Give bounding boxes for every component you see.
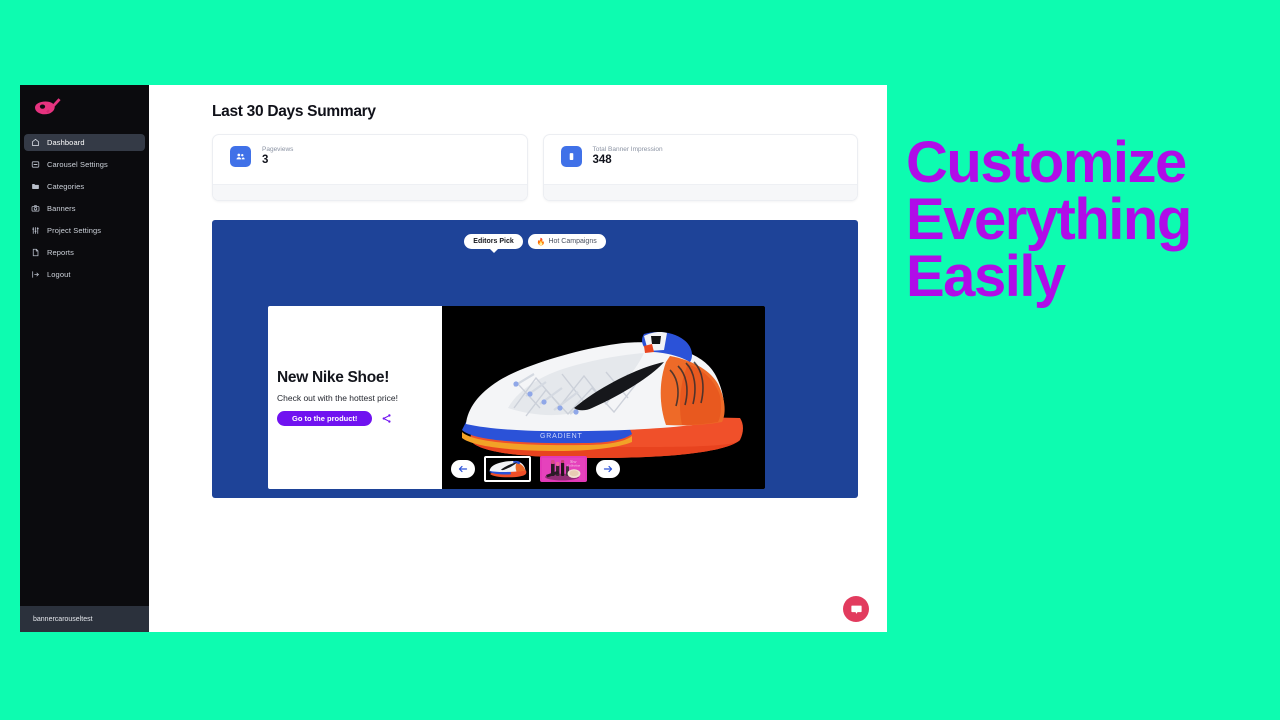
file-document-icon [30,248,40,258]
marketing-headline: Customize Everything Easily [906,130,1266,309]
stat-value: 3 [262,154,269,167]
share-icon[interactable] [381,413,392,424]
project-name-label: bannercarouseltest [33,615,93,623]
sidebar-project-footer[interactable]: bannercarouseltest [20,606,149,632]
cosmetics-thumbnail-image: New Collection [539,456,587,482]
sliders-icon [30,226,40,236]
sidebar-nav: Dashboard Carousel Settings Categories B… [20,134,149,288]
fire-icon: 🔥 [536,238,546,246]
marketing-line-1: Customize [906,130,1187,195]
sidebar-item-label: Categories [47,182,85,191]
chat-bubble-icon [850,605,862,614]
arrow-right-icon [603,465,612,473]
camera-icon [30,204,40,214]
sidebar-item-label: Logout [47,270,71,279]
sidebar-item-carousel-settings[interactable]: Carousel Settings [24,156,145,173]
app-logo[interactable] [20,85,149,130]
sidebar-item-label: Carousel Settings [47,160,108,169]
logout-arrow-icon [30,270,40,280]
sidebar-item-banners[interactable]: Banners [24,200,145,217]
users-group-icon [230,146,251,167]
sidebar-item-reports[interactable]: Reports [24,244,145,261]
banner-subtext: Check out with the hottest price! [277,393,398,403]
banner-headline: New Nike Shoe! [277,369,390,386]
sidebar-item-logout[interactable]: Logout [24,266,145,283]
arrow-left-icon [458,465,467,473]
sidebar-item-project-settings[interactable]: Project Settings [24,222,145,239]
stat-card-banner-impression: Total Banner Impression 348 [542,134,858,201]
tab-label: Hot Campaigns [548,238,597,245]
stat-label: Total Banner Impression [592,146,663,153]
chat-support-button[interactable] [843,596,869,622]
main-content: Last 30 Days Summary Pageviews 3 Total B… [149,85,887,632]
carousel-prev-button[interactable] [450,460,475,478]
sidebar-item-label: Reports [47,248,74,257]
sidebar-item-label: Project Settings [47,226,102,235]
home-icon [30,138,40,148]
marketing-line-2: Everything [906,186,1192,252]
stats-row: Pageviews 3 Total Banner Impression 348 [212,134,858,201]
stat-label: Pageviews [262,146,294,153]
go-to-product-button[interactable]: Go to the product! [277,411,373,426]
tab-label: Editors Pick [473,238,514,245]
carousel-next-button[interactable] [595,460,620,478]
sidebar-item-dashboard[interactable]: Dashboard [24,134,145,151]
tab-editors-pick[interactable]: Editors Pick [464,234,523,253]
folder-icon [30,182,40,192]
sidebar: Dashboard Carousel Settings Categories B… [20,85,149,632]
app-window: Dashboard Carousel Settings Categories B… [20,85,887,632]
sidebar-item-categories[interactable]: Categories [24,178,145,195]
nike-shoe-thumbnail-image [485,458,529,480]
layout-panel-icon [30,160,40,170]
carousel-thumbnail-cosmetics[interactable]: New Collection [539,456,587,482]
tab-hot-campaigns[interactable]: 🔥 Hot Campaigns [527,234,606,249]
banner-rect-icon [560,146,582,167]
marketing-line-3: Easily [906,243,1066,309]
stat-card-pageviews: Pageviews 3 [212,134,528,201]
page-title: Last 30 Days Summary [212,103,376,120]
carousel-navigation: New Collection [212,456,858,482]
carousel-tabs: Editors Pick 🔥 Hot Campaigns [212,220,858,253]
stat-card-footer [543,184,857,200]
svg-text:Collection: Collection [567,463,581,467]
carousel-thumbnail-nike-shoe[interactable] [483,456,531,482]
stat-value: 348 [592,154,612,167]
carousel-preview-panel: Editors Pick 🔥 Hot Campaigns New Nike Sh… [212,220,858,498]
stat-card-footer [213,184,527,200]
sidebar-item-label: Banners [47,204,76,213]
paint-palette-logo-icon [35,97,61,114]
svg-text:GRADIENT: GRADIENT [540,433,583,440]
sidebar-item-label: Dashboard [47,138,85,147]
